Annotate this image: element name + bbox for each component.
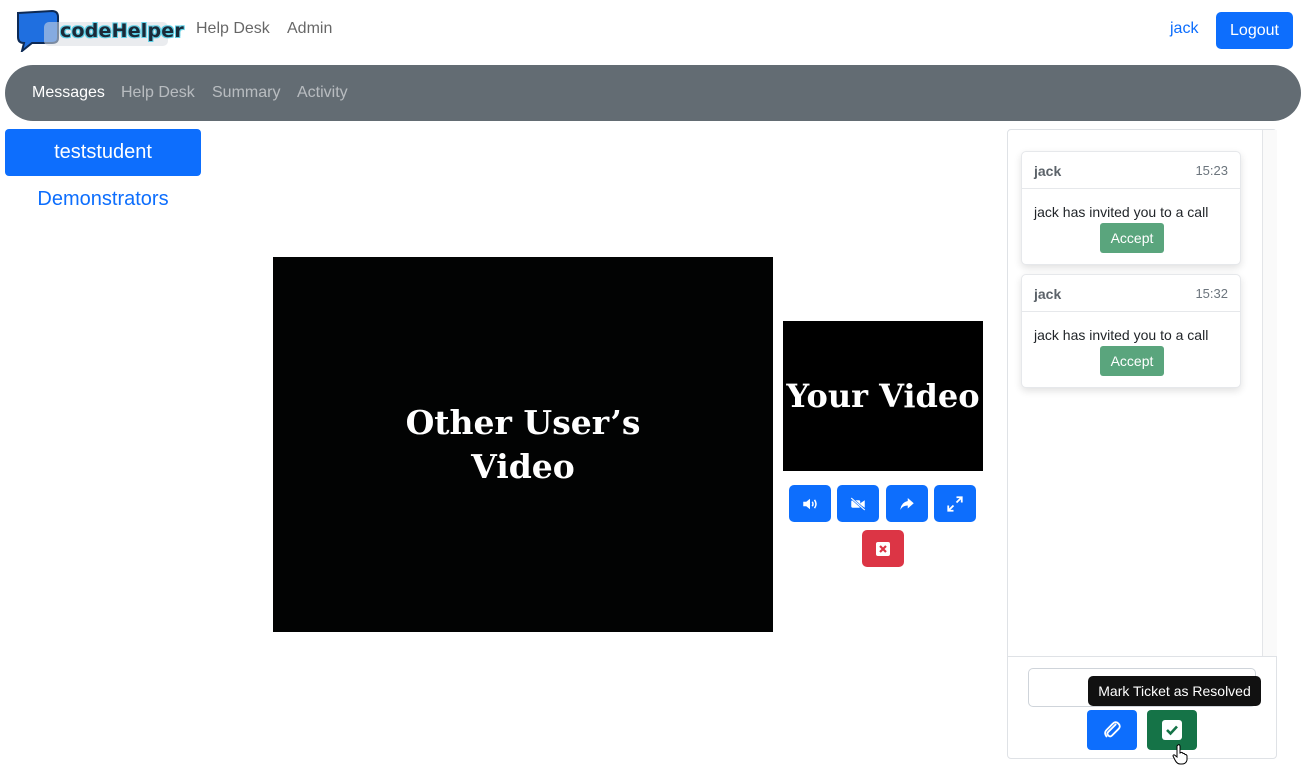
logout-button[interactable]: Logout: [1216, 12, 1293, 49]
chat-scrollbar[interactable]: [1262, 130, 1277, 656]
message-text: jack has invited you to a call: [1034, 327, 1209, 343]
end-call-button[interactable]: [862, 530, 904, 567]
fullscreen-icon: [947, 495, 963, 512]
message-list[interactable]: jack 15:23 jack has invited you to a cal…: [1008, 130, 1263, 656]
share-screen-button[interactable]: [886, 485, 928, 522]
attach-file-button[interactable]: [1087, 710, 1137, 750]
nav-link-help-desk[interactable]: Help Desk: [196, 20, 270, 38]
resolve-tooltip: Mark Ticket as Resolved: [1088, 676, 1261, 706]
user-link[interactable]: jack: [1170, 20, 1198, 38]
hand-cursor-icon: [1172, 744, 1188, 765]
local-video-label: Your Video: [786, 377, 980, 415]
brand-logo[interactable]: codeHelper: [14, 9, 184, 54]
fullscreen-button[interactable]: [934, 485, 976, 522]
tab-help-desk[interactable]: Help Desk: [121, 84, 195, 102]
section-tabs: Messages Help Desk Summary Activity: [5, 65, 1301, 121]
check-square-icon: [1162, 720, 1182, 740]
message-card: jack 15:32 jack has invited you to a cal…: [1021, 274, 1241, 388]
accept-call-button[interactable]: Accept: [1100, 346, 1164, 376]
sidebar-item-demonstrators[interactable]: Demonstrators: [5, 188, 201, 211]
app-root: codeHelper Help Desk Admin jack Logout M…: [0, 0, 1306, 765]
top-navbar: codeHelper Help Desk Admin jack Logout: [0, 0, 1306, 62]
message-header: jack 15:32: [1022, 275, 1240, 312]
message-header: jack 15:23: [1022, 152, 1240, 189]
remote-video: Other User’s Video: [273, 257, 773, 632]
local-video: Your Video: [783, 321, 983, 471]
tab-activity[interactable]: Activity: [297, 84, 348, 102]
accept-call-button[interactable]: Accept: [1100, 223, 1164, 253]
toggle-video-button[interactable]: [837, 485, 879, 522]
close-icon: [876, 541, 890, 556]
divider: [1008, 656, 1276, 657]
message-time: 15:23: [1195, 163, 1228, 178]
chat-panel: jack 15:23 jack has invited you to a cal…: [1007, 129, 1277, 759]
message-sender: jack: [1034, 286, 1062, 302]
message-time: 15:32: [1195, 286, 1228, 301]
nav-link-admin[interactable]: Admin: [287, 20, 332, 38]
volume-icon: [803, 498, 817, 509]
toggle-audio-button[interactable]: [789, 485, 831, 522]
video-off-icon: [850, 496, 866, 511]
message-card: jack 15:23 jack has invited you to a cal…: [1021, 151, 1241, 265]
share-icon: [900, 497, 914, 510]
brand-name: codeHelper: [60, 20, 184, 42]
tab-summary[interactable]: Summary: [212, 84, 280, 102]
tab-messages[interactable]: Messages: [32, 84, 105, 102]
message-text: jack has invited you to a call: [1034, 204, 1209, 220]
sidebar-item-teststudent[interactable]: teststudent: [5, 129, 201, 176]
paperclip-icon: [1104, 721, 1121, 738]
message-sender: jack: [1034, 163, 1062, 179]
remote-video-label: Other User’s Video: [405, 402, 641, 486]
